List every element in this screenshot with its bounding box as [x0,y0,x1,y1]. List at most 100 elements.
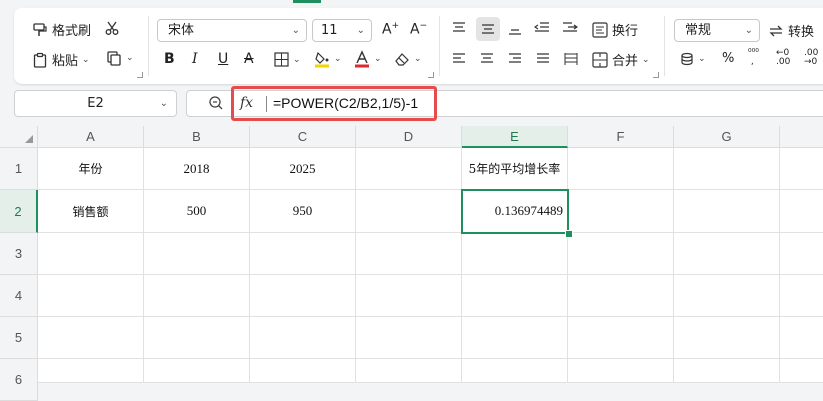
cell-f4[interactable] [568,275,674,317]
cell-g2[interactable] [674,190,780,233]
format-painter-button[interactable]: 格式刷 [32,20,91,39]
select-all-corner[interactable] [0,126,38,148]
percent-button[interactable]: % [722,51,734,66]
align-bottom-button[interactable] [508,24,522,36]
fill-color-button[interactable]: ⌄ [314,50,342,68]
increase-decimal-button[interactable]: ←0.00 [776,49,790,67]
cut-button[interactable] [104,20,120,36]
cell-h5[interactable] [780,317,823,359]
cell-e1[interactable]: 5年的平均增长率 [462,148,568,190]
row-header-2[interactable]: 2 [0,190,38,233]
bold-button[interactable]: B [164,51,175,67]
cell-g1[interactable] [674,148,780,190]
cell-a4[interactable] [38,275,144,317]
dialog-launcher-icon[interactable] [428,72,434,78]
cell-c4[interactable] [250,275,356,317]
cell-e5[interactable] [462,317,568,359]
cell-b6[interactable] [144,359,250,383]
cell-c5[interactable] [250,317,356,359]
column-header-d[interactable]: D [356,126,462,148]
row-header-5[interactable]: 5 [0,317,38,359]
decrease-font-button[interactable]: A− [410,21,427,38]
paste-button[interactable]: 粘贴 ⌄ [32,50,90,69]
font-name-select[interactable]: 宋体 ⌄ [157,19,307,42]
font-color-button[interactable]: ⌄ [354,50,382,68]
dialog-launcher-icon[interactable] [137,72,143,78]
align-left-button[interactable] [452,53,466,65]
cell-c6[interactable] [250,359,356,383]
cell-g5[interactable] [674,317,780,359]
column-header-h[interactable] [780,126,823,148]
cell-c2[interactable]: 950 [250,190,356,233]
cell-g3[interactable] [674,233,780,275]
cell-c3[interactable] [250,233,356,275]
cell-a5[interactable] [38,317,144,359]
cell-b5[interactable] [144,317,250,359]
wrap-text-button[interactable]: 换行 [592,20,638,39]
cell-h2[interactable] [780,190,823,233]
cell-c1[interactable]: 2025 [250,148,356,190]
font-size-select[interactable]: 11 ⌄ [312,19,372,42]
increase-indent-button[interactable] [562,22,578,34]
underline-button[interactable]: U [218,51,228,67]
cell-b3[interactable] [144,233,250,275]
fill-handle[interactable] [565,230,573,238]
borders-button[interactable]: ⌄ [274,52,301,67]
align-right-button[interactable] [508,53,522,65]
align-middle-button[interactable] [476,17,500,41]
cell-g4[interactable] [674,275,780,317]
row-header-3[interactable]: 3 [0,233,38,275]
column-header-a[interactable]: A [38,126,144,148]
column-header-g[interactable]: G [674,126,780,148]
align-center-button[interactable] [480,53,494,65]
row-header-6[interactable]: 6 [0,359,38,401]
cell-e4[interactable] [462,275,568,317]
cell-d1[interactable] [356,148,462,190]
distribute-button[interactable] [564,53,578,65]
thousands-button[interactable]: ⁰⁰⁰ , [748,49,759,67]
column-header-b[interactable]: B [144,126,250,148]
cell-f6[interactable] [568,359,674,383]
cell-e3[interactable] [462,233,568,275]
decrease-decimal-button[interactable]: .00 →0 [804,49,818,67]
convert-button[interactable]: 转换 [768,21,814,40]
cell-d4[interactable] [356,275,462,317]
cell-d5[interactable] [356,317,462,359]
clear-button[interactable]: ⌄ [394,51,422,67]
row-header-4[interactable]: 4 [0,275,38,317]
cell-d6[interactable] [356,359,462,383]
increase-font-button[interactable]: A+ [382,21,399,38]
zoom-search-icon[interactable] [208,95,224,115]
cell-h3[interactable] [780,233,823,275]
name-box[interactable]: E2 ⌄ [14,90,177,117]
italic-button[interactable]: I [192,51,198,67]
cell-f5[interactable] [568,317,674,359]
cell-f2[interactable] [568,190,674,233]
number-format-select[interactable]: 常规 ⌄ [674,19,760,42]
cell-a2[interactable]: 销售额 [38,190,144,233]
row-header-1[interactable]: 1 [0,148,38,190]
column-header-c[interactable]: C [250,126,356,148]
cell-g6[interactable] [674,359,780,383]
cell-f3[interactable] [568,233,674,275]
cell-a3[interactable] [38,233,144,275]
merge-button[interactable]: 合并 ⌄ [592,50,650,69]
cell-a1[interactable]: 年份 [38,148,144,190]
decrease-indent-button[interactable] [534,22,550,34]
column-header-f[interactable]: F [568,126,674,148]
cell-b1[interactable]: 2018 [144,148,250,190]
cell-b4[interactable] [144,275,250,317]
copy-button[interactable]: ⌄ [106,50,134,66]
cell-a6[interactable] [38,359,144,383]
justify-button[interactable] [536,53,550,65]
cell-d3[interactable] [356,233,462,275]
cell-b2[interactable]: 500 [144,190,250,233]
cell-h1[interactable] [780,148,823,190]
cell-f1[interactable] [568,148,674,190]
dialog-launcher-icon[interactable] [653,72,659,78]
cell-d2[interactable] [356,190,462,233]
currency-button[interactable]: ⌄ [680,52,706,66]
cell-e6[interactable] [462,359,568,383]
cell-h6[interactable] [780,359,823,383]
cell-h4[interactable] [780,275,823,317]
